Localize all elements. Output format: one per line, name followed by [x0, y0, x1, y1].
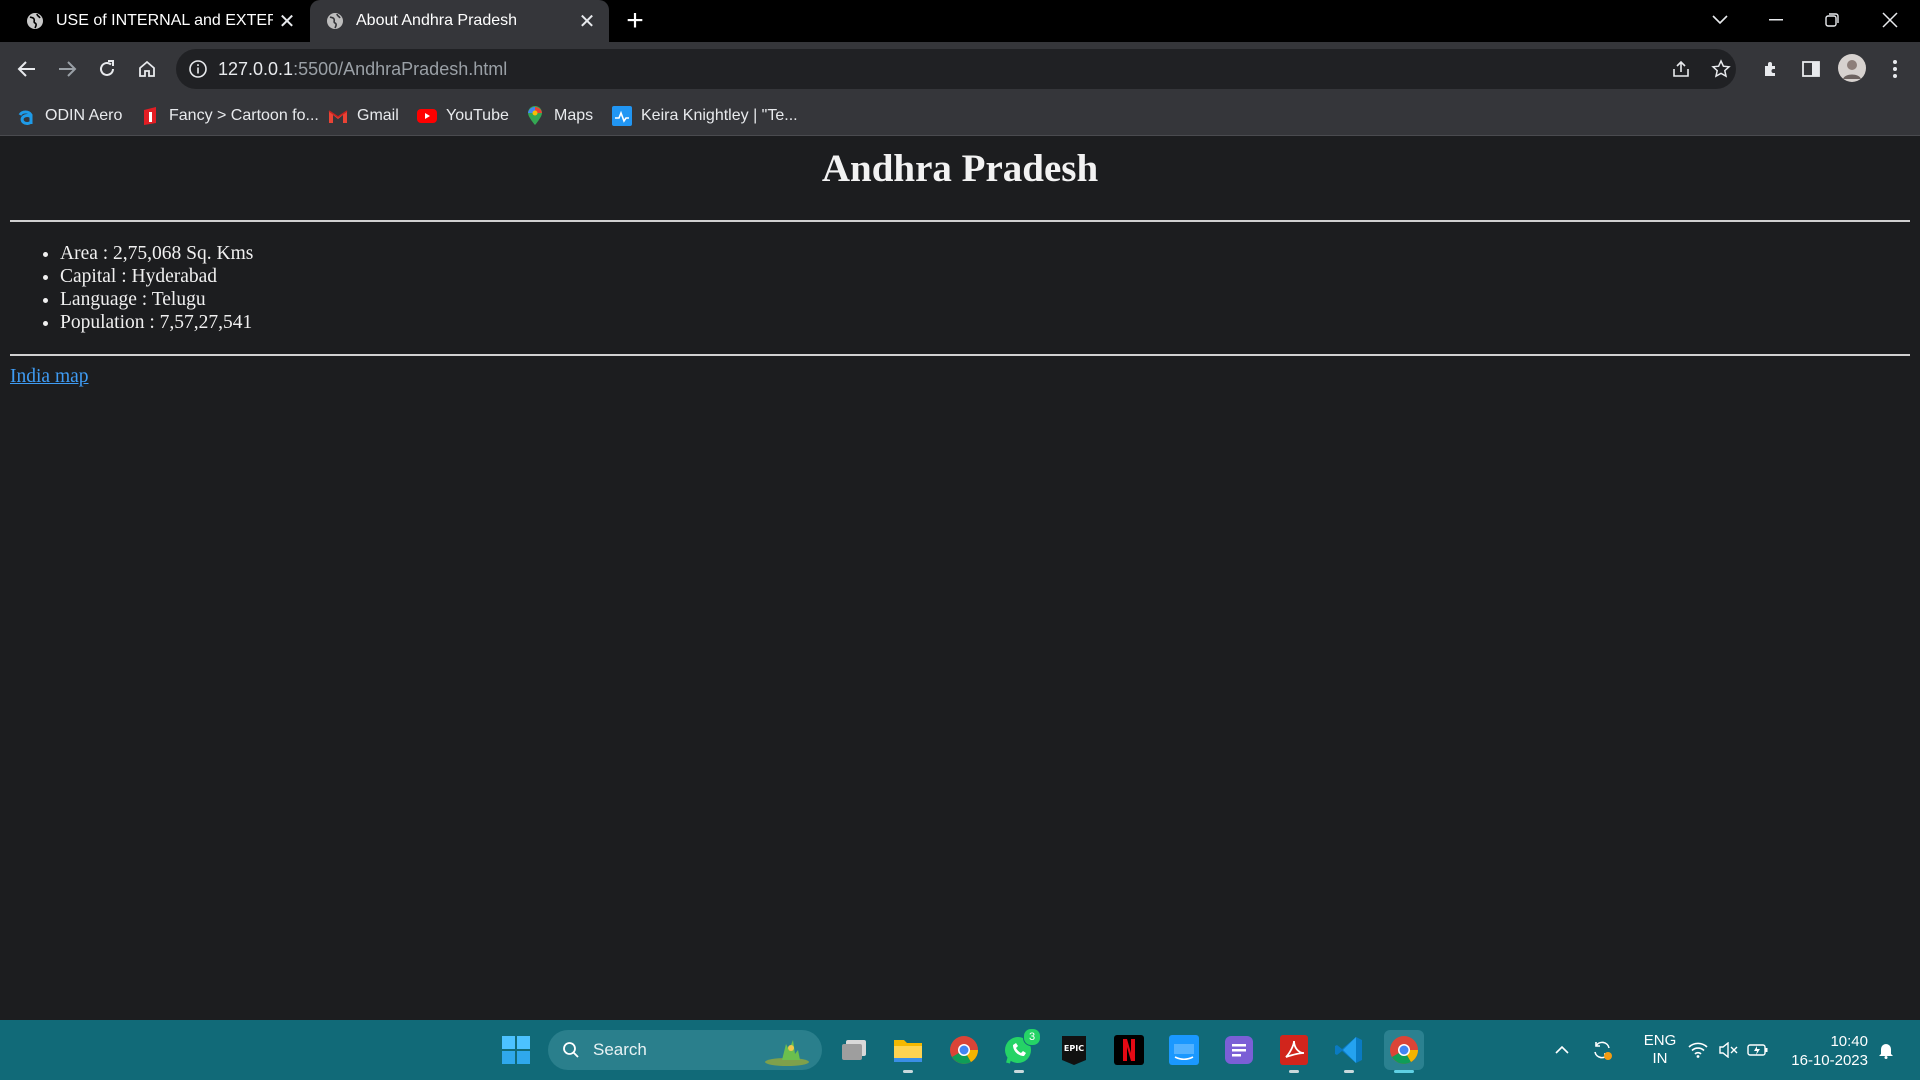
forward-icon[interactable] [52, 54, 82, 84]
bookmark-label: ODIN Aero [45, 107, 123, 124]
bookmark-youtube[interactable]: YouTube [417, 96, 509, 136]
back-icon[interactable] [12, 54, 42, 84]
fact-language: Language : Telugu [60, 288, 253, 311]
share-icon[interactable] [1666, 54, 1696, 84]
close-window-icon[interactable] [1862, 0, 1918, 40]
tab-title: USE of INTERNAL and EXTERNAL [56, 12, 273, 29]
svg-text:EPIC: EPIC [1064, 1044, 1084, 1053]
bookmark-star-icon[interactable] [1706, 54, 1736, 84]
site-info-icon[interactable] [188, 59, 208, 79]
clock-time: 10:40 [1830, 1033, 1868, 1050]
bookmark-keira-knightley[interactable]: Keira Knightley | "Te... [612, 96, 798, 136]
bookmark-odin-aero[interactable]: ODIN Aero [16, 96, 122, 136]
minimize-icon[interactable] [1748, 0, 1804, 40]
windows-start-icon[interactable] [500, 1034, 532, 1066]
restore-icon[interactable] [1804, 0, 1860, 40]
tab-search-chevron-icon[interactable] [1692, 0, 1748, 40]
tab-internal-external[interactable]: USE of INTERNAL and EXTERNAL ✕ [0, 0, 309, 42]
side-panel-icon[interactable] [1796, 54, 1826, 84]
netflix-icon[interactable] [1109, 1030, 1149, 1070]
reload-icon[interactable] [92, 54, 122, 84]
page-content: Andhra Pradesh Area : 2,75,068 Sq. Kms C… [0, 136, 1920, 1020]
notes-app-icon[interactable] [1219, 1030, 1259, 1070]
taskbar: Search 3 EPIC ENG IN 10:40 16-10-2023 [0, 1020, 1920, 1080]
volume-muted-icon[interactable] [1714, 1020, 1742, 1080]
bookmark-label: Gmail [357, 107, 399, 124]
region-code: IN [1652, 1050, 1668, 1067]
chrome-icon[interactable] [944, 1030, 984, 1070]
task-view-icon[interactable] [834, 1030, 874, 1070]
profile-avatar[interactable] [1836, 52, 1868, 84]
acrobat-reader-icon[interactable] [1274, 1030, 1314, 1073]
browser-toolbar: 127.0.0.1:5500/AndhraPradesh.html [0, 42, 1920, 96]
fact-population: Population : 7,57,27,541 [60, 311, 253, 334]
bookmark-gmail[interactable]: Gmail [328, 96, 399, 136]
vscode-icon[interactable] [1329, 1030, 1369, 1073]
bookmark-maps[interactable]: Maps [525, 96, 593, 136]
battery-icon[interactable] [1744, 1020, 1772, 1080]
search-placeholder: Search [593, 1040, 647, 1059]
odin-icon [16, 106, 36, 126]
notification-badge: 3 [1023, 1028, 1041, 1046]
active-indicator [1394, 1070, 1414, 1073]
new-tab-button[interactable]: + [618, 4, 652, 38]
facts-list: Area : 2,75,068 Sq. Kms Capital : Hydera… [30, 242, 253, 334]
page-title: Andhra Pradesh [821, 147, 1099, 190]
search-highlight-icon [765, 1040, 809, 1066]
divider [10, 220, 1910, 222]
running-indicator [1344, 1070, 1354, 1073]
bookmark-label: Maps [554, 107, 594, 124]
bookmark-label: Fancy > Cartoon fo... [169, 107, 319, 124]
tab-about-andhra-pradesh[interactable]: About Andhra Pradesh ✕ [310, 0, 609, 42]
divider [10, 354, 1910, 356]
bookmark-label: Keira Knightley | "Te... [641, 107, 798, 124]
system-clock[interactable]: 10:40 16-10-2023 [1778, 1032, 1868, 1070]
india-map-link[interactable]: India map [10, 366, 89, 388]
show-hidden-icons-chevron-icon[interactable] [1550, 1020, 1574, 1080]
running-indicator [1289, 1070, 1299, 1073]
notification-bell-icon[interactable] [1872, 1020, 1900, 1080]
whatsapp-icon[interactable]: 3 [999, 1028, 1041, 1073]
clock-date: 16-10-2023 [1791, 1052, 1868, 1069]
bookmark-label: YouTube [446, 107, 509, 124]
tab-title: About Andhra Pradesh [356, 12, 518, 29]
prime-video-icon[interactable] [1164, 1030, 1204, 1070]
tab-close-icon[interactable]: ✕ [573, 7, 601, 35]
url-text[interactable]: 127.0.0.1:5500/AndhraPradesh.html [218, 49, 507, 89]
running-indicator [903, 1070, 913, 1073]
taskbar-search[interactable]: Search [548, 1030, 822, 1070]
language-code: ENG [1643, 1032, 1677, 1049]
chrome-active-icon[interactable] [1384, 1030, 1424, 1073]
address-bar[interactable]: 127.0.0.1:5500/AndhraPradesh.html [176, 49, 1736, 89]
fact-area: Area : 2,75,068 Sq. Kms [60, 242, 253, 265]
url-host: 127.0.0.1 [218, 59, 294, 79]
globe-icon [27, 13, 43, 29]
language-indicator[interactable]: ENG IN [1636, 1032, 1684, 1068]
maps-icon [525, 106, 545, 126]
sync-icon[interactable] [1588, 1020, 1616, 1080]
file-explorer-icon[interactable] [888, 1030, 928, 1073]
tab-close-icon[interactable]: ✕ [273, 7, 301, 35]
bookmarks-bar: ODIN Aero Fancy > Cartoon fo... Gmail Yo… [0, 96, 1920, 136]
extensions-icon[interactable] [1756, 54, 1786, 84]
bookmark-site-icon [612, 106, 632, 126]
search-icon [563, 1042, 579, 1058]
home-icon[interactable] [132, 54, 162, 84]
fancy-icon [140, 106, 160, 126]
url-path: :5500/AndhraPradesh.html [293, 59, 508, 79]
bookmark-fancy-cartoon[interactable]: Fancy > Cartoon fo... [140, 96, 319, 136]
running-indicator [1014, 1070, 1024, 1073]
fact-capital: Capital : Hyderabad [60, 265, 253, 288]
youtube-icon [417, 106, 437, 126]
globe-icon [327, 13, 343, 29]
wifi-icon[interactable] [1684, 1020, 1712, 1080]
gmail-icon [328, 106, 348, 126]
tab-strip: USE of INTERNAL and EXTERNAL ✕ About And… [0, 0, 1920, 42]
epic-games-icon[interactable]: EPIC [1054, 1030, 1094, 1070]
menu-icon[interactable] [1880, 54, 1910, 84]
